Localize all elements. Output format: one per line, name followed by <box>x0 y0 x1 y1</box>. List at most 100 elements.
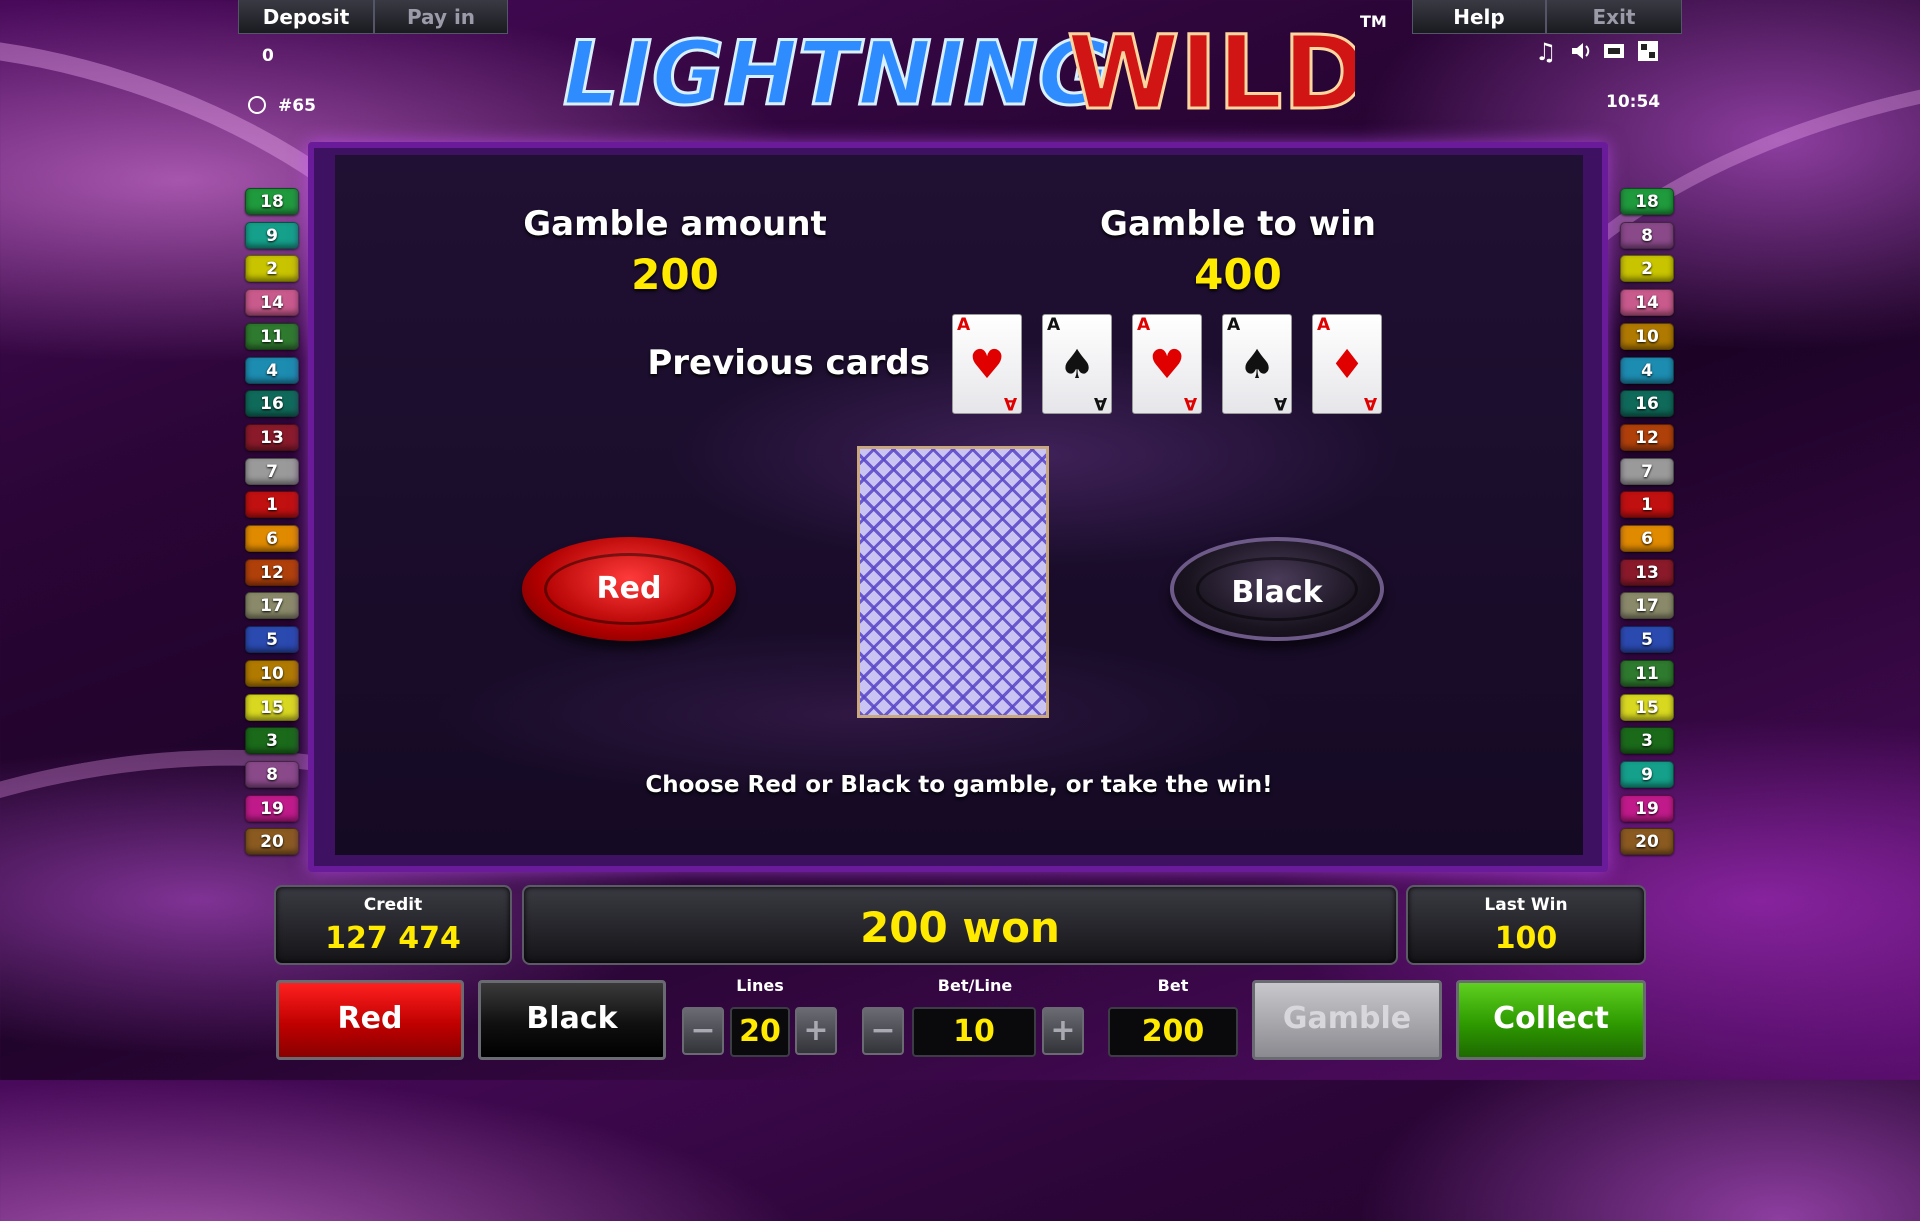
gamble-to-win-label: Gamble to win <box>1100 204 1376 244</box>
payline-indicator[interactable]: 18 <box>245 188 299 215</box>
payline-indicator[interactable]: 5 <box>1620 626 1674 654</box>
clock: 10:54 <box>1606 92 1661 112</box>
settings-grid-icon[interactable] <box>1637 40 1659 62</box>
credit-value: 127 474 <box>325 921 461 956</box>
payline-indicator[interactable]: 16 <box>245 390 299 418</box>
payline-indicator[interactable]: 1 <box>1620 491 1674 519</box>
previous-cards-label: Previous cards <box>647 343 930 383</box>
hearts-suit-icon: ♥ <box>969 342 1005 388</box>
trademark: TM <box>1360 12 1387 31</box>
payline-indicator[interactable]: 19 <box>245 794 299 822</box>
payline-indicator[interactable]: 7 <box>1620 457 1674 485</box>
history-icon[interactable] <box>248 96 266 114</box>
help-button[interactable]: Help <box>1412 0 1546 34</box>
black-oval-button[interactable]: Black <box>1170 537 1384 641</box>
gamble-button[interactable]: Gamble <box>1252 980 1442 1060</box>
payline-indicator[interactable]: 13 <box>245 423 299 451</box>
payline-indicator[interactable]: 10 <box>1620 322 1674 350</box>
deposit-button[interactable]: Deposit <box>238 0 374 34</box>
payline-indicator[interactable]: 8 <box>1620 221 1674 249</box>
bet-line-plus-button[interactable]: + <box>1042 1007 1084 1055</box>
red-oval-button[interactable]: Red <box>522 537 736 641</box>
spades-suit-icon: ♠ <box>1239 342 1275 388</box>
payline-indicator[interactable]: 7 <box>245 457 299 485</box>
payline-indicator[interactable]: 5 <box>245 626 299 654</box>
deposit-value: 0 <box>262 46 274 66</box>
diamonds-suit-icon: ♦ <box>1329 342 1365 388</box>
last-win-value: 100 <box>1494 921 1558 956</box>
bet-line-label: Bet/Line <box>937 976 1013 995</box>
payline-indicator[interactable]: 13 <box>1620 558 1674 586</box>
message-box: 200 won <box>522 885 1398 965</box>
payline-indicator[interactable]: 6 <box>245 525 299 552</box>
face-down-card <box>857 446 1049 718</box>
red-oval-label: Red <box>596 571 662 606</box>
round-id: #65 <box>278 96 316 116</box>
payline-indicator[interactable]: 16 <box>1620 390 1674 418</box>
last-win-box: Last Win 100 <box>1406 885 1646 965</box>
payline-indicator[interactable]: 18 <box>1620 188 1674 215</box>
win-message: 200 won <box>860 903 1060 952</box>
card-rank: A <box>1137 315 1151 335</box>
card-rank: A <box>1047 315 1061 335</box>
previous-card: A ♠ A <box>1042 314 1112 414</box>
red-button[interactable]: Red <box>276 980 464 1060</box>
last-win-label: Last Win <box>1484 895 1568 915</box>
payline-indicator[interactable]: 9 <box>245 221 299 249</box>
payline-indicator[interactable]: 17 <box>1620 592 1674 620</box>
card-rank: A <box>1227 315 1241 335</box>
card-rank: A <box>957 315 971 335</box>
fullscreen-icon[interactable] <box>1603 40 1625 62</box>
payline-indicator[interactable]: 15 <box>245 693 299 721</box>
payline-indicator[interactable]: 12 <box>1620 423 1674 451</box>
bet-line-minus-button[interactable]: − <box>862 1007 904 1055</box>
payline-indicator[interactable]: 14 <box>245 289 299 317</box>
payline-indicator[interactable]: 3 <box>245 727 299 755</box>
payline-indicator[interactable]: 9 <box>1620 760 1674 788</box>
sound-icon[interactable] <box>1570 40 1592 62</box>
pay-in-button[interactable]: Pay in <box>374 0 508 34</box>
payline-indicator[interactable]: 2 <box>245 255 299 283</box>
payline-indicator[interactable]: 19 <box>1620 794 1674 822</box>
black-button[interactable]: Black <box>478 980 666 1060</box>
logo-word-lightning: LIGHTNING <box>563 22 1110 124</box>
credit-box: Credit 127 474 <box>274 885 512 965</box>
hearts-suit-icon: ♥ <box>1149 342 1185 388</box>
payline-indicator[interactable]: 11 <box>1620 659 1674 687</box>
payline-indicator[interactable]: 4 <box>1620 356 1674 384</box>
payline-indicator[interactable]: 20 <box>245 828 299 856</box>
payline-indicator[interactable]: 4 <box>245 356 299 384</box>
payline-indicator[interactable]: 1 <box>245 491 299 519</box>
payline-indicator[interactable]: 11 <box>245 322 299 350</box>
payline-indicator[interactable]: 3 <box>1620 727 1674 755</box>
card-rank-inverted: A <box>1003 393 1017 413</box>
game-logo: LIGHTNING WILD <box>555 13 1369 135</box>
card-rank-inverted: A <box>1093 393 1107 413</box>
payline-indicator[interactable]: 2 <box>1620 255 1674 283</box>
card-rank-inverted: A <box>1183 393 1197 413</box>
payline-indicator[interactable]: 10 <box>245 659 299 687</box>
payline-indicator[interactable]: 15 <box>1620 693 1674 721</box>
payline-indicator[interactable]: 14 <box>1620 289 1674 317</box>
payline-indicator[interactable]: 20 <box>1620 828 1674 856</box>
logo-word-wild: WILD <box>1067 14 1355 124</box>
payline-indicator[interactable]: 12 <box>245 558 299 586</box>
card-rank-inverted: A <box>1273 393 1287 413</box>
lines-value: 20 <box>730 1007 790 1057</box>
gamble-amount-label: Gamble amount <box>523 204 827 244</box>
instruction-text: Choose Red or Black to gamble, or take t… <box>645 772 1273 798</box>
payline-indicator[interactable]: 6 <box>1620 525 1674 552</box>
bet-line-value: 10 <box>912 1007 1036 1057</box>
previous-card: A ♦ A <box>1312 314 1382 414</box>
payline-indicator[interactable]: 17 <box>245 592 299 620</box>
bet-value: 200 <box>1108 1007 1238 1057</box>
exit-button[interactable]: Exit <box>1546 0 1682 34</box>
payline-indicator[interactable]: 8 <box>245 760 299 788</box>
collect-button[interactable]: Collect <box>1456 980 1646 1060</box>
gamble-to-win-value: 400 <box>1194 250 1282 299</box>
lines-plus-button[interactable]: + <box>795 1007 837 1055</box>
music-icon[interactable]: ♫ <box>1535 38 1557 66</box>
previous-card: A ♥ A <box>952 314 1022 414</box>
spades-suit-icon: ♠ <box>1059 342 1095 388</box>
lines-minus-button[interactable]: − <box>682 1007 724 1055</box>
